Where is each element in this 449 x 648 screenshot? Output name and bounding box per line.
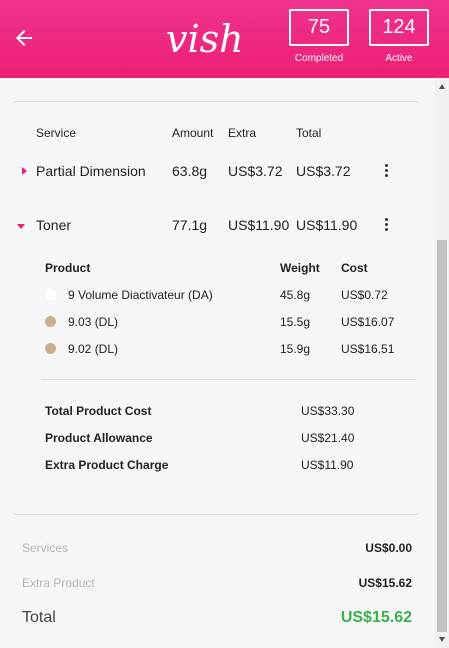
service-amount: 77.1g [172, 217, 208, 233]
service-extra: US$11.90 [228, 217, 290, 233]
product-cost: US$0.72 [341, 288, 388, 302]
vertical-scrollbar[interactable] [435, 78, 449, 648]
column-header-weight: Weight [280, 261, 320, 275]
back-arrow-icon[interactable] [12, 26, 36, 50]
product-name: 9.02 (DL) [68, 342, 119, 356]
color-swatch [45, 316, 56, 327]
extra-product-summary-value: US$15.62 [358, 576, 412, 590]
color-swatch [45, 343, 56, 354]
grand-total-label: Total [22, 609, 56, 626]
completed-label: Completed [294, 53, 344, 64]
product-name: 9.03 (DL) [68, 315, 119, 329]
product-weight: 15.5g [280, 315, 311, 329]
service-name[interactable]: Toner [36, 217, 71, 233]
product-name: 9 Volume Diactivateur (DA) [68, 288, 213, 302]
product-cost: US$16.51 [341, 342, 395, 356]
active-count[interactable]: 124 [369, 9, 429, 46]
collapse-arrow-icon[interactable] [17, 224, 25, 229]
column-header-extra: Extra [228, 126, 257, 140]
product-weight: 45.8g [280, 288, 311, 302]
color-swatch [45, 289, 56, 300]
service-total: US$11.90 [296, 217, 358, 233]
service-total: US$3.72 [296, 163, 351, 179]
column-header-amount: Amount [172, 126, 214, 140]
top-divider [14, 101, 418, 102]
service-amount: 63.8g [172, 163, 208, 179]
service-extra: US$3.72 [228, 163, 283, 179]
services-summary-value: US$0.00 [365, 541, 412, 555]
services-summary-label: Services [22, 541, 69, 555]
product-allowance-label: Product Allowance [45, 431, 153, 445]
active-label: Active [385, 53, 413, 64]
total-product-cost-value: US$33.30 [301, 404, 355, 418]
total-product-cost-label: Total Product Cost [45, 404, 152, 418]
scrollbar-thumb[interactable] [437, 240, 447, 632]
column-header-product: Product [45, 261, 91, 275]
scroll-up-arrow-icon[interactable] [439, 84, 445, 89]
scroll-down-arrow-icon[interactable] [439, 637, 445, 642]
column-header-cost: Cost [341, 261, 368, 275]
extra-product-charge-value: US$11.90 [301, 458, 354, 472]
grand-total-value: US$15.62 [340, 609, 412, 626]
expand-arrow-icon[interactable] [22, 167, 27, 175]
column-header-total: Total [296, 126, 322, 140]
completed-count[interactable]: 75 [289, 9, 349, 46]
product-cost: US$16.07 [341, 315, 395, 329]
formula-details-panel: Service Amount Extra Total Partial Dimen… [0, 78, 435, 648]
extra-product-charge-label: Extra Product Charge [45, 458, 169, 472]
column-header-service: Service [36, 126, 77, 140]
product-allowance-value: US$21.40 [301, 431, 355, 445]
app-header: vish 75 Completed 124 Active [0, 0, 449, 78]
product-weight: 15.9g [280, 342, 311, 356]
more-options-icon[interactable] [380, 163, 392, 179]
more-options-icon[interactable] [380, 217, 392, 233]
product-divider [41, 379, 416, 380]
extra-product-summary-label: Extra Product [22, 576, 95, 590]
summary-divider [14, 514, 418, 515]
service-name[interactable]: Partial Dimension [36, 163, 146, 179]
vish-logo: vish [166, 17, 244, 61]
